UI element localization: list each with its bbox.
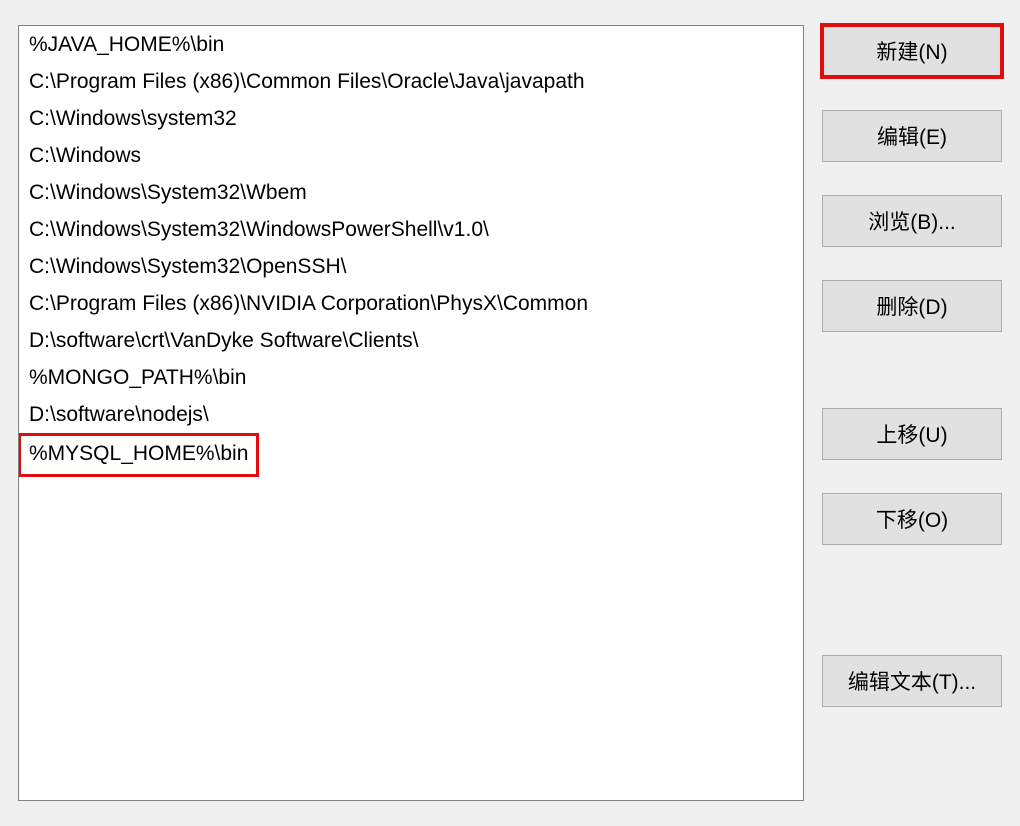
move-down-button[interactable]: 下移(O) (822, 493, 1002, 545)
list-item[interactable]: C:\Program Files (x86)\NVIDIA Corporatio… (19, 285, 803, 322)
list-item[interactable]: %MONGO_PATH%\bin (19, 359, 803, 396)
list-item[interactable]: C:\Windows\System32\WindowsPowerShell\v1… (19, 211, 803, 248)
list-item[interactable]: C:\Windows\system32 (19, 100, 803, 137)
button-sidebar: 新建(N) 编辑(E) 浏览(B)... 删除(D) 上移(U) 下移(O) 编… (822, 25, 1002, 801)
list-item-highlighted[interactable]: %MYSQL_HOME%\bin (19, 434, 258, 476)
move-up-button[interactable]: 上移(U) (822, 408, 1002, 460)
list-item[interactable]: C:\Windows (19, 137, 803, 174)
delete-button[interactable]: 删除(D) (822, 280, 1002, 332)
list-item[interactable]: D:\software\nodejs\ (19, 396, 803, 433)
edit-button[interactable]: 编辑(E) (822, 110, 1002, 162)
list-item[interactable]: C:\Program Files (x86)\Common Files\Orac… (19, 63, 803, 100)
list-item[interactable]: C:\Windows\System32\OpenSSH\ (19, 248, 803, 285)
browse-button[interactable]: 浏览(B)... (822, 195, 1002, 247)
edit-text-button[interactable]: 编辑文本(T)... (822, 655, 1002, 707)
list-item[interactable]: D:\software\crt\VanDyke Software\Clients… (19, 322, 803, 359)
list-item[interactable]: C:\Windows\System32\Wbem (19, 174, 803, 211)
path-listbox[interactable]: %JAVA_HOME%\bin C:\Program Files (x86)\C… (18, 25, 804, 801)
new-button[interactable]: 新建(N) (822, 25, 1002, 77)
list-item[interactable]: %JAVA_HOME%\bin (19, 26, 803, 63)
